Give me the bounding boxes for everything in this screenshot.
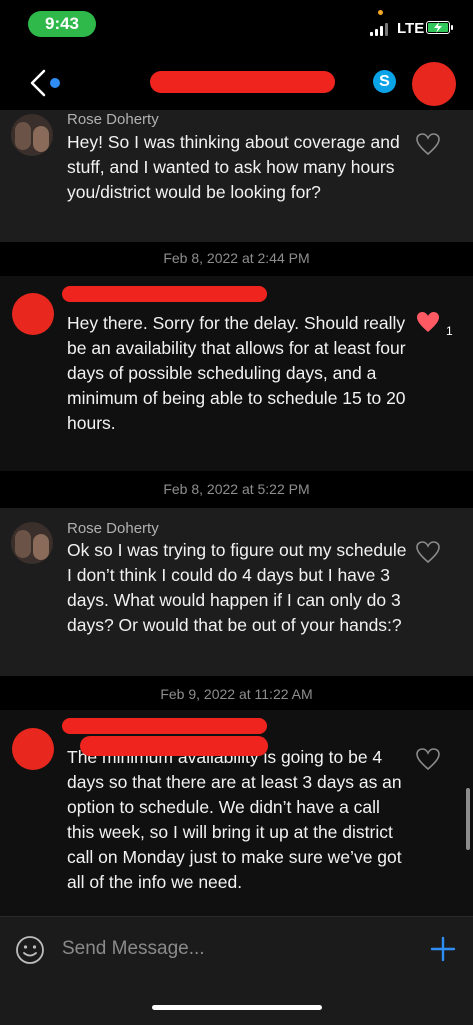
message-text: Ok so I was trying to figure out my sche…: [67, 540, 407, 635]
sender-name: Rose Doherty: [67, 111, 159, 128]
battery-icon: [426, 21, 453, 34]
sender-avatar: [11, 114, 53, 156]
message-text: Hey there. Sorry for the delay. Should r…: [67, 313, 406, 433]
signal-icon: [370, 22, 390, 36]
message-item[interactable]: Rose Doherty Ok so I was trying to figur…: [0, 508, 473, 676]
sender-avatar: [11, 522, 53, 564]
message-text: The minimum availability is going to be …: [67, 747, 402, 892]
heart-icon[interactable]: [415, 132, 441, 156]
heart-icon[interactable]: [415, 747, 441, 771]
unread-dot: [50, 78, 60, 88]
contact-avatar[interactable]: [412, 62, 456, 106]
sender-avatar: [12, 293, 54, 335]
plus-icon[interactable]: [429, 935, 457, 963]
smiley-icon[interactable]: [15, 935, 45, 965]
conversation-header: S: [0, 50, 473, 110]
status-bar: 9:43 LTE: [0, 0, 473, 50]
redaction-mark: [80, 736, 268, 756]
heart-icon[interactable]: [415, 310, 441, 334]
redacted-contact-name[interactable]: [150, 71, 335, 93]
like-count: 1: [446, 324, 453, 338]
network-label: LTE: [397, 20, 425, 37]
message-item[interactable]: Rose Doherty Hey! So I was thinking abou…: [0, 110, 473, 242]
status-time: 9:43: [28, 11, 96, 37]
date-separator: Feb 8, 2022 at 2:44 PM: [163, 250, 310, 266]
sender-name: Rose Doherty: [67, 520, 159, 537]
redacted-sender-name: [62, 286, 267, 302]
message-item[interactable]: Hey there. Sorry for the delay. Should r…: [0, 276, 473, 471]
redacted-sender-name: [62, 718, 267, 734]
date-separator: Feb 9, 2022 at 11:22 AM: [160, 686, 313, 702]
date-separator: Feb 8, 2022 at 5:22 PM: [163, 481, 310, 497]
skype-icon[interactable]: S: [373, 70, 396, 93]
message-thread[interactable]: Rose Doherty Hey! So I was thinking abou…: [0, 110, 473, 916]
sender-avatar: [12, 728, 54, 770]
scrollbar[interactable]: [466, 788, 470, 850]
heart-icon[interactable]: [415, 540, 441, 564]
privacy-indicator-dot: [378, 10, 383, 15]
message-item[interactable]: The minimum availability is going to be …: [0, 710, 473, 916]
message-input[interactable]: Send Message...: [62, 938, 205, 960]
message-text: Hey! So I was thinking about coverage an…: [67, 132, 400, 202]
home-indicator[interactable]: [152, 1005, 322, 1010]
